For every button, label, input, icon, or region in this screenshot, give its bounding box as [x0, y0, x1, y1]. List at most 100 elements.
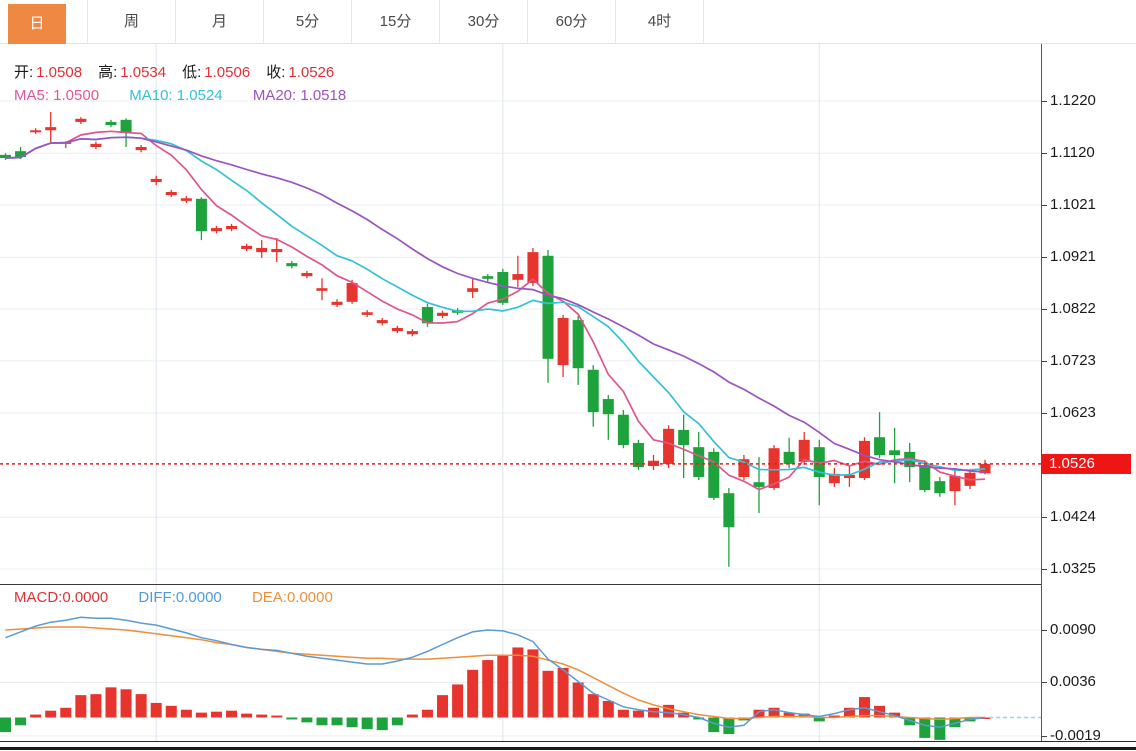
- candle-body-down: [105, 122, 116, 125]
- price-tick: [1042, 205, 1047, 206]
- candle-body-up: [437, 313, 448, 316]
- macd-hist-bar: [437, 695, 448, 717]
- macd-hist-bar: [467, 670, 478, 718]
- candle-body-up: [512, 274, 523, 280]
- macd-label: 0.0090: [1050, 621, 1096, 639]
- macd-hist-bar: [271, 716, 282, 718]
- macd-hist-bar: [618, 710, 629, 718]
- macd-hist-bar: [573, 682, 584, 717]
- macd-hist-bar: [75, 695, 86, 717]
- low-label: 低:: [182, 64, 201, 81]
- tab-5min[interactable]: 5分: [264, 0, 352, 44]
- macd-hist-bar: [0, 718, 11, 733]
- macd-hist-bar: [633, 711, 644, 718]
- macd-label: 0.0036: [1050, 673, 1096, 691]
- tab-15min-label: 15分: [352, 0, 439, 44]
- macd-hist-bar: [301, 718, 312, 723]
- macd-hist-bar: [407, 715, 418, 718]
- macd-hist-bar: [919, 718, 930, 738]
- main-price-chart[interactable]: [0, 44, 1041, 585]
- tab-month-label: 月: [176, 0, 263, 44]
- tab-week[interactable]: 周: [88, 0, 176, 44]
- diff-legend: DIFF:0.0000: [138, 589, 221, 606]
- candle-body-up: [75, 119, 86, 122]
- macd-hist-bar: [105, 687, 116, 717]
- macd-hist-bar: [30, 715, 41, 718]
- macd-chart[interactable]: [0, 585, 1041, 741]
- candle-body-down: [693, 447, 704, 477]
- price-label: 1.1021: [1050, 196, 1096, 214]
- ma20-legend: MA20: 1.0518: [253, 87, 346, 104]
- candle-body-up: [467, 288, 478, 292]
- macd-readout: MACD:0.0000 DIFF:0.0000 DEA:0.0000: [14, 589, 359, 606]
- macd-hist-bar: [256, 715, 267, 718]
- macd-hist-bar: [482, 660, 493, 717]
- tab-5min-label: 5分: [264, 0, 351, 44]
- price-tick: [1042, 101, 1047, 102]
- candle-body-down: [754, 482, 765, 487]
- candle-body-up: [211, 228, 222, 231]
- candle-body-down: [678, 430, 689, 445]
- macd-hist-bar: [211, 712, 222, 718]
- macd-label: -0.0019: [1050, 727, 1101, 745]
- candle-body-up: [316, 288, 327, 291]
- macd-hist-bar: [558, 668, 569, 718]
- tab-30min-label: 30分: [440, 0, 527, 44]
- price-tick: [1042, 517, 1047, 518]
- price-label: 1.0325: [1050, 560, 1096, 578]
- candle-body-up: [362, 312, 373, 315]
- candle-body-down: [919, 465, 930, 490]
- candle-body-up: [166, 192, 177, 195]
- macd-hist-bar: [286, 718, 297, 720]
- candle-body-up: [301, 273, 312, 276]
- macd-hist-bar: [226, 711, 237, 718]
- candle-body-up: [256, 248, 267, 252]
- tab-30min[interactable]: 30分: [440, 0, 528, 44]
- candle-body-down: [618, 415, 629, 445]
- ma-readout: MA5: 1.0500 MA10: 1.0524 MA20: 1.0518: [14, 87, 372, 104]
- candle-body-down: [482, 276, 493, 279]
- dea-legend: DEA:0.0000: [252, 589, 333, 606]
- macd-hist-bar: [497, 655, 508, 717]
- candle-body-down: [874, 437, 885, 455]
- candle-body-down: [196, 199, 207, 231]
- macd-hist-bar: [527, 649, 538, 717]
- tab-60min-label: 60分: [528, 0, 615, 44]
- macd-tick: [1042, 682, 1047, 683]
- tab-60min[interactable]: 60分: [528, 0, 616, 44]
- panel-divider: [0, 584, 1136, 585]
- macd-hist-bar: [151, 703, 162, 718]
- tab-month[interactable]: 月: [176, 0, 264, 44]
- macd-hist-bar: [45, 711, 56, 718]
- candle-body-down: [121, 120, 132, 133]
- price-label: 1.0623: [1050, 404, 1096, 422]
- price-label: 1.0822: [1050, 300, 1096, 318]
- tab-day[interactable]: 日: [0, 0, 88, 44]
- candle-body-up: [663, 429, 674, 464]
- macd-hist-bar: [588, 694, 599, 717]
- candle-body-up: [30, 130, 41, 132]
- price-label: 1.0723: [1050, 352, 1096, 370]
- ma5-legend: MA5: 1.0500: [14, 87, 99, 104]
- macd-hist-bar: [90, 694, 101, 717]
- open-value: 1.0508: [36, 64, 82, 81]
- macd-tick: [1042, 630, 1047, 631]
- price-tick: [1042, 309, 1047, 310]
- tab-day-label: 日: [8, 4, 66, 44]
- price-tick: [1042, 569, 1047, 570]
- candle-body-up: [377, 320, 388, 323]
- ma10-line: [6, 137, 986, 475]
- macd-hist-bar: [166, 706, 177, 718]
- close-value: 1.0526: [288, 64, 334, 81]
- bottom-border-thick-line: [0, 747, 1136, 750]
- candle-body-down: [603, 399, 614, 414]
- candle-body-up: [241, 246, 252, 249]
- macd-hist-bar: [543, 671, 554, 718]
- candle-body-up: [45, 127, 56, 130]
- macd-hist-bar: [241, 714, 252, 718]
- tab-15min[interactable]: 15分: [352, 0, 440, 44]
- candle-body-up: [151, 179, 162, 182]
- candle-body-up: [136, 147, 147, 150]
- ohlc-readout: 开:1.0508高:1.0534低:1.0506收:1.0526: [14, 61, 350, 82]
- tab-4hour[interactable]: 4时: [616, 0, 704, 44]
